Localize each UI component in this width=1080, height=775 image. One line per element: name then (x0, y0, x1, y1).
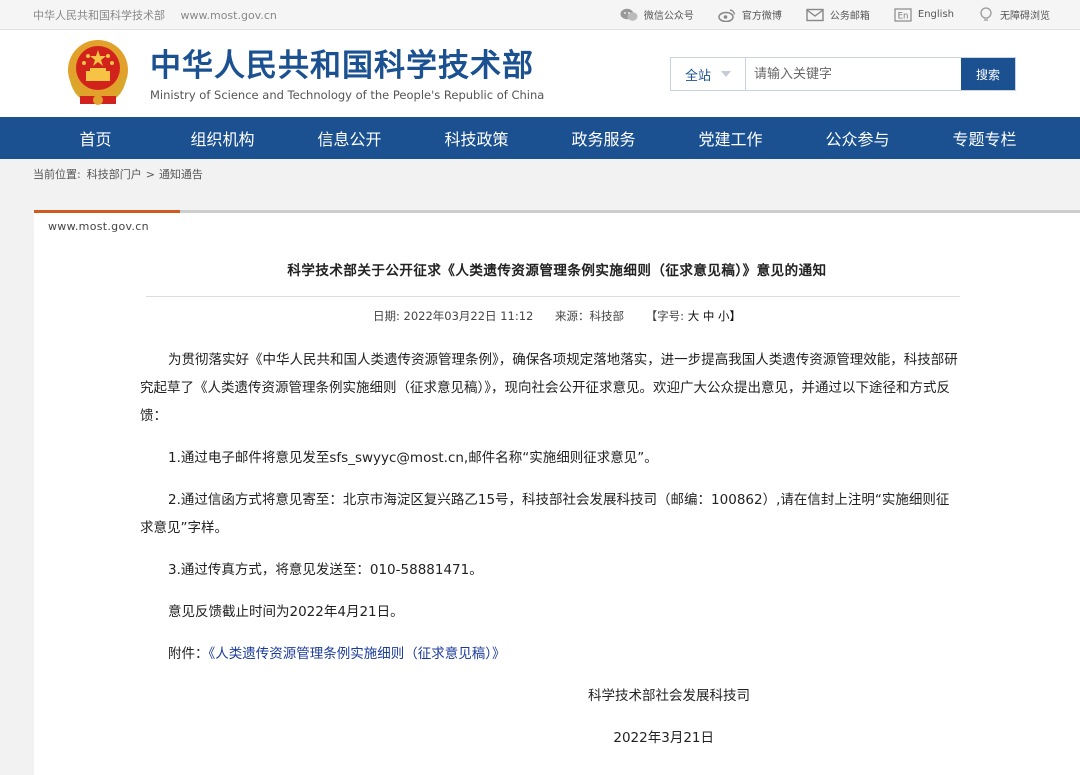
chevron-down-icon (721, 71, 731, 77)
brand-block: 中华人民共和国科学技术部 Ministry of Science and Tec… (150, 48, 544, 102)
wechat-icon (620, 8, 638, 22)
site-title-en: Ministry of Science and Technology of th… (150, 88, 545, 102)
article-panel: www.most.gov.cn 科学技术部关于公开征求《人类遗传资源管理条例实施… (34, 210, 1080, 775)
article-date: 日期: 2022年03月22日 11:12 (372, 309, 534, 323)
nav-item-organization[interactable]: 组织机构 (159, 126, 286, 150)
attachment-line: 附件：《人类遗传资源管理条例实施细则（征求意见稿）》 (140, 640, 960, 668)
panel-top-rule (34, 210, 1080, 213)
nav-item-party-building[interactable]: 党建工作 (667, 126, 794, 150)
top-site-name: 中华人民共和国科学技术部 (33, 8, 165, 22)
national-emblem-icon (68, 40, 128, 105)
attachment-link[interactable]: 《人类遗传资源管理条例实施细则（征求意见稿）》 (209, 646, 506, 662)
main-nav: 首页 组织机构 信息公开 科技政策 政务服务 党建工作 公众参与 专题专栏 (0, 117, 1080, 159)
site-header: 中华人民共和国科学技术部 Ministry of Science and Tec… (0, 30, 1080, 117)
weibo-label: 官方微博 (741, 11, 782, 22)
article-body: 为贯彻落实好《中华人民共和国人类遗传资源管理条例》，确保各项规定落地落实，进一步… (140, 346, 960, 752)
title-divider (146, 296, 960, 297)
top-site-url: www.most.gov.cn (180, 8, 277, 22)
search-scope-select[interactable]: 全站 (671, 58, 746, 90)
nav-item-home[interactable]: 首页 (32, 126, 159, 150)
wechat-link[interactable]: 微信公众号 (620, 7, 694, 22)
article-meta: 日期: 2022年03月22日 11:12 来源：科技部 【字号: 大 中 小】 (34, 308, 1080, 324)
article-signature: 科学技术部社会发展科技司 (588, 688, 750, 704)
english-link[interactable]: En English (894, 7, 954, 22)
font-size-small[interactable]: 小】 (718, 309, 741, 323)
article-title: 科学技术部关于公开征求《人类遗传资源管理条例实施细则（征求意见稿）》意见的通知 (287, 263, 827, 279)
weibo-link[interactable]: 官方微博 (718, 7, 782, 22)
accessibility-link[interactable]: 无障碍浏览 (978, 6, 1050, 23)
nav-item-policy[interactable]: 科技政策 (413, 126, 540, 150)
font-size-large[interactable]: 大 (688, 309, 700, 323)
panel-accent-bar (34, 210, 180, 213)
mail-link[interactable]: 公务邮箱 (806, 7, 870, 22)
font-size-label: 【字号: (645, 309, 685, 323)
wechat-label: 微信公众号 (643, 11, 694, 22)
nav-item-services[interactable]: 政务服务 (540, 126, 667, 150)
top-links: 微信公众号 官方微博 公务邮箱 En English 无障碍浏览 (596, 6, 1050, 23)
breadcrumb-item-portal[interactable]: 科技部门户 (87, 166, 142, 182)
accessibility-icon (978, 6, 994, 23)
english-icon: En (894, 7, 912, 22)
mail-icon (806, 8, 824, 22)
breadcrumb: 当前位置: 科技部门户 > 通知通告 (0, 159, 1080, 189)
svg-text:En: En (898, 11, 909, 21)
breadcrumb-label: 当前位置: (33, 168, 81, 181)
nav-item-topics[interactable]: 专题专栏 (921, 126, 1048, 150)
mail-label: 公务邮箱 (829, 11, 870, 22)
font-size-control: 【字号: 大 中 小】 (646, 309, 741, 323)
article-paragraph: 为贯彻落实好《中华人民共和国人类遗传资源管理条例》，确保各项规定落地落实，进一步… (140, 352, 958, 424)
accessibility-label: 无障碍浏览 (1000, 11, 1050, 22)
top-site-info: 中华人民共和国科学技术部 www.most.gov.cn (33, 7, 289, 23)
article-sign-date: 2022年3月21日 (613, 730, 714, 746)
nav-item-public-participation[interactable]: 公众参与 (794, 126, 921, 150)
article-paragraph: 1.通过电子邮件将意见发至sfs_swyyc@most.cn,邮件名称“实施细则… (168, 450, 658, 466)
article-paragraph: 意见反馈截止时间为2022年4月21日。 (168, 604, 404, 620)
attachment-label: 附件： (168, 646, 209, 662)
article-paragraph: 3.通过传真方式，将意见发送至：010-58881471。 (168, 562, 483, 578)
article-paragraph: 2.通过信函方式将意见寄至：北京市海淀区复兴路乙15号，科技部社会发展科技司（邮… (140, 492, 950, 536)
search-scope-value: 全站 (684, 68, 711, 84)
site-title-cn: 中华人民共和国科学技术部 (150, 48, 534, 84)
article-site-label: www.most.gov.cn (48, 220, 149, 233)
breadcrumb-item-notices[interactable]: 通知通告 (159, 166, 203, 182)
search-bar: 全站 搜索 (670, 57, 1016, 91)
breadcrumb-separator: > (145, 167, 155, 181)
weibo-icon (718, 8, 736, 22)
nav-item-info-disclosure[interactable]: 信息公开 (286, 126, 413, 150)
font-size-medium[interactable]: 中 (703, 309, 715, 323)
search-input[interactable] (746, 58, 961, 90)
search-button[interactable]: 搜索 (961, 58, 1015, 90)
top-utility-bar: 中华人民共和国科学技术部 www.most.gov.cn 微信公众号 官方微博 … (0, 0, 1080, 30)
article-source: 来源：科技部 (555, 309, 624, 323)
english-label: English (917, 9, 954, 20)
